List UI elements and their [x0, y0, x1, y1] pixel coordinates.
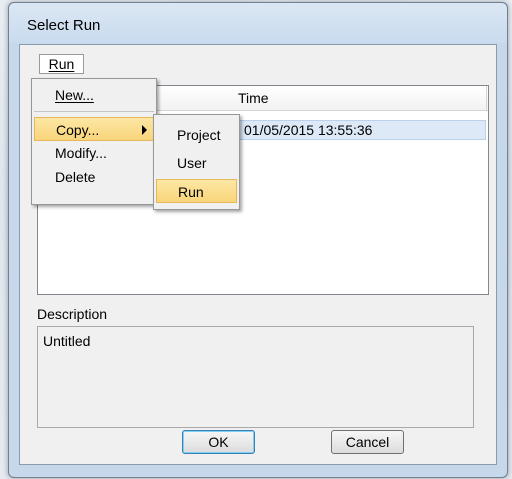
column-header-time[interactable]: Time — [238, 90, 269, 106]
menu-run[interactable]: Run — [39, 54, 84, 74]
submenu-item-project-label: Project — [177, 127, 221, 143]
row-time-cell: 01/05/2015 13:55:36 — [244, 122, 373, 138]
menu-item-delete[interactable]: Delete — [32, 165, 156, 189]
submenu-item-user-label: User — [177, 155, 207, 171]
run-menu: New... Copy... Modify... Delete — [31, 78, 157, 205]
menu-item-modify[interactable]: Modify... — [32, 141, 156, 165]
dialog-title: Select Run — [27, 17, 101, 34]
menu-separator — [34, 111, 154, 112]
menu-item-new-label: New... — [55, 87, 94, 103]
cancel-button[interactable]: Cancel — [331, 430, 404, 454]
menu-item-modify-label: Modify... — [55, 145, 107, 161]
description-field[interactable]: Untitled — [37, 326, 474, 428]
ok-button[interactable]: OK — [182, 430, 255, 454]
submenu-item-user[interactable]: User — [154, 151, 239, 175]
submenu-item-run[interactable]: Run — [156, 179, 237, 203]
menu-run-label: Run — [48, 56, 75, 72]
menu-item-copy-label: Copy... — [56, 122, 100, 138]
submenu-arrow-icon — [142, 125, 147, 135]
submenu-item-run-label: Run — [178, 184, 204, 200]
submenu-item-project[interactable]: Project — [154, 123, 239, 147]
menu-item-copy[interactable]: Copy... — [34, 117, 154, 141]
menu-item-new[interactable]: New... — [32, 83, 156, 107]
description-label: Description — [37, 306, 108, 322]
copy-submenu: Project User Run — [153, 114, 240, 210]
select-run-dialog: Select Run Run Time 01/05/2015 13:55:36 … — [8, 2, 508, 478]
menu-item-delete-label: Delete — [55, 169, 96, 185]
description-value: Untitled — [43, 333, 91, 349]
